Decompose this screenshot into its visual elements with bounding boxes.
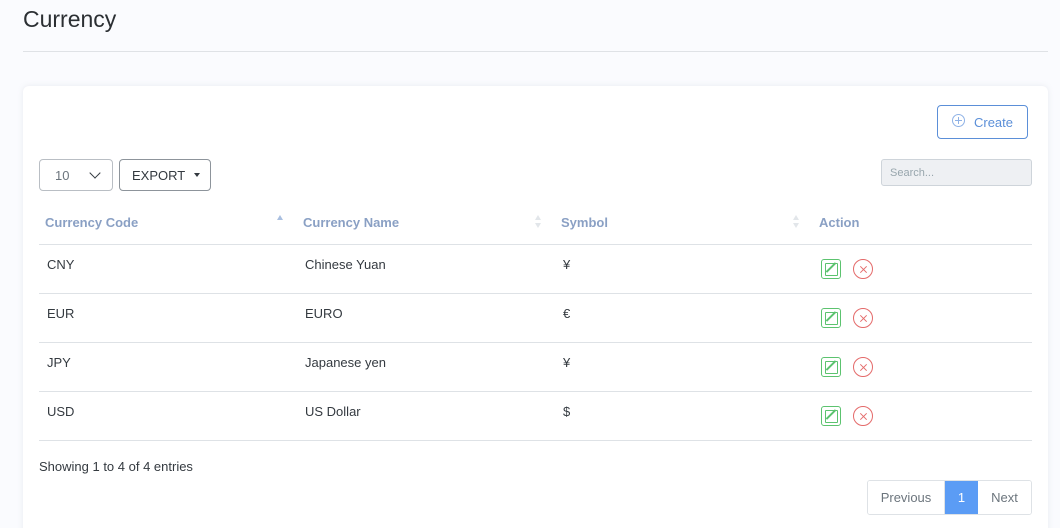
sort-icon [793, 215, 799, 229]
cell-currency-code: CNY [39, 244, 297, 294]
currency-table: Currency Code Currency Name Symbol Actio… [39, 202, 1032, 441]
cell-actions [813, 342, 1032, 392]
create-button-label: Create [973, 114, 1014, 130]
cell-symbol: € [555, 293, 813, 343]
create-button[interactable]: Create [937, 105, 1028, 139]
column-header-label: Currency Name [303, 215, 400, 231]
edit-icon[interactable] [821, 258, 841, 279]
page-length-select[interactable]: 10 [39, 159, 113, 191]
column-header-symbol[interactable]: Symbol [555, 202, 813, 245]
plus-circle-icon [951, 114, 965, 127]
table-header-row: Currency Code Currency Name Symbol Actio… [39, 202, 1032, 245]
page-1-button[interactable]: 1 [945, 481, 978, 514]
cell-currency-name: Chinese Yuan [297, 244, 555, 294]
cell-symbol: $ [555, 391, 813, 441]
cell-currency-code: USD [39, 391, 297, 441]
column-header-currency-name[interactable]: Currency Name [297, 202, 555, 245]
sort-icon [277, 215, 283, 229]
chevron-down-icon [89, 167, 101, 179]
cell-currency-code: EUR [39, 293, 297, 343]
cell-symbol: ¥ [555, 342, 813, 392]
caret-down-icon [194, 173, 200, 177]
column-header-label: Action [819, 215, 860, 231]
cell-currency-name: Japanese yen [297, 342, 555, 392]
cell-actions [813, 391, 1032, 441]
edit-icon[interactable] [821, 405, 841, 426]
delete-icon[interactable] [853, 307, 873, 328]
next-page-button[interactable]: Next [978, 481, 1031, 514]
table-row: EUR EURO € [39, 293, 1032, 343]
delete-icon[interactable] [853, 405, 873, 426]
cell-currency-code: JPY [39, 342, 297, 392]
delete-icon[interactable] [853, 258, 873, 279]
delete-icon[interactable] [853, 356, 873, 377]
column-header-label: Symbol [561, 215, 608, 231]
currency-card: Create 10 EXPORT Currency Code Currency … [23, 86, 1048, 528]
edit-icon[interactable] [821, 307, 841, 328]
search-input[interactable] [881, 159, 1032, 186]
column-header-action: Action [813, 202, 1032, 245]
page-length-value: 10 [55, 167, 70, 183]
cell-currency-name: EURO [297, 293, 555, 343]
cell-symbol: ¥ [555, 244, 813, 294]
pagination: Previous 1 Next [867, 480, 1032, 515]
table-row: CNY Chinese Yuan ¥ [39, 244, 1032, 294]
export-button[interactable]: EXPORT [119, 159, 211, 191]
export-button-label: EXPORT [132, 167, 186, 183]
cell-actions [813, 293, 1032, 343]
page-title: Currency [23, 6, 117, 32]
column-header-currency-code[interactable]: Currency Code [39, 202, 297, 245]
cell-currency-name: US Dollar [297, 391, 555, 441]
edit-icon[interactable] [821, 356, 841, 377]
column-header-label: Currency Code [45, 215, 139, 231]
table-row: JPY Japanese yen ¥ [39, 342, 1032, 392]
title-divider [23, 51, 1048, 52]
cell-actions [813, 244, 1032, 294]
table-info: Showing 1 to 4 of 4 entries [39, 459, 193, 474]
table-row: USD US Dollar $ [39, 391, 1032, 441]
sort-icon [535, 215, 541, 229]
previous-page-button[interactable]: Previous [868, 481, 945, 514]
